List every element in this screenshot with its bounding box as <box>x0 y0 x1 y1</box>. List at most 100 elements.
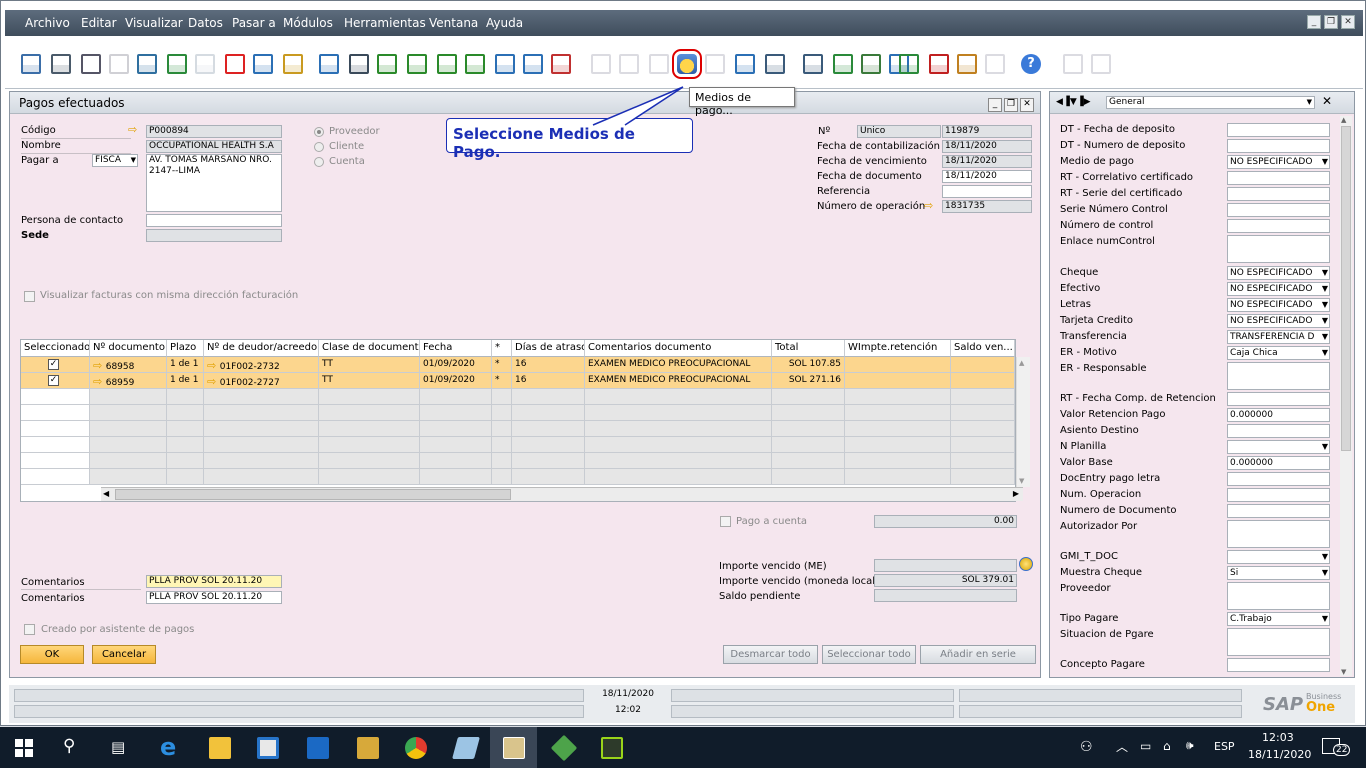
table-cell[interactable] <box>951 469 1015 485</box>
nop-field[interactable]: 1831735 <box>942 200 1032 213</box>
side-field-input[interactable] <box>1227 203 1330 217</box>
row-checkbox[interactable]: ✓ <box>48 359 59 370</box>
table-cell[interactable]: EXAMEN MEDICO PREOCUPACIONAL <box>585 373 772 389</box>
close-icon[interactable]: ✕ <box>1020 98 1034 112</box>
doc-a-icon[interactable] <box>1063 54 1083 74</box>
table-cell[interactable] <box>951 437 1015 453</box>
column-header[interactable]: Nº de deudor/acreedor <box>204 340 319 357</box>
help-icon[interactable]: ? <box>1021 54 1041 74</box>
side-field-input[interactable] <box>1227 424 1330 438</box>
nav-arrows-icon[interactable]: ◀▐▼▐▶ <box>1056 97 1091 107</box>
preview-icon[interactable] <box>21 54 41 74</box>
table-cell[interactable] <box>951 357 1015 373</box>
table-cell[interactable] <box>319 453 420 469</box>
column-header[interactable]: * <box>492 340 512 357</box>
table-cell[interactable] <box>845 421 951 437</box>
horizontal-scrollbar[interactable]: ◀ ▶ <box>101 487 1023 501</box>
table-cell[interactable] <box>845 373 951 389</box>
table-cell[interactable] <box>319 437 420 453</box>
table-cell[interactable] <box>319 421 420 437</box>
table-cell[interactable] <box>512 421 585 437</box>
table-cell[interactable] <box>585 437 772 453</box>
tools-icon[interactable] <box>861 54 881 74</box>
taskbar-sap[interactable] <box>490 727 537 768</box>
table-cell[interactable] <box>204 421 319 437</box>
desmarcar-button[interactable]: Desmarcar todo <box>723 645 818 664</box>
category-select[interactable]: General ▼ <box>1106 96 1315 109</box>
creado-checkbox[interactable] <box>24 624 35 635</box>
table-cell[interactable] <box>319 405 420 421</box>
column-header[interactable]: Comentarios documento <box>585 340 772 357</box>
journal-icon[interactable] <box>649 54 669 74</box>
table-cell[interactable] <box>21 437 90 453</box>
menu-herramientas[interactable]: Herramientas <box>344 16 426 30</box>
taskbar-explorer[interactable] <box>196 727 243 768</box>
taskbar-app-c[interactable] <box>588 727 635 768</box>
vertical-scrollbar[interactable]: ▲ ▼ <box>1016 357 1030 487</box>
table-row[interactable]: ✓ ⇨ 68959 1 de 1 ⇨ 01F002-2727 TT 01/09/2020 *… <box>21 373 1016 389</box>
table-cell[interactable] <box>845 469 951 485</box>
table-cell[interactable] <box>845 357 951 373</box>
menu-datos[interactable]: Datos <box>188 16 223 30</box>
table-cell[interactable]: 1 de 1 <box>167 357 204 373</box>
side-field-select[interactable]: Si <box>1227 566 1330 580</box>
table-cell[interactable]: 16 <box>512 357 585 373</box>
minimize-icon[interactable]: _ <box>1307 15 1321 29</box>
previous-record-icon[interactable] <box>407 54 427 74</box>
menu-archivo[interactable]: Archivo <box>25 16 70 30</box>
table-row[interactable] <box>21 389 1016 405</box>
minimize-icon[interactable]: _ <box>988 98 1002 112</box>
side-field-input[interactable] <box>1227 504 1330 518</box>
word-icon[interactable] <box>195 54 215 74</box>
start-button[interactable] <box>0 727 47 768</box>
side-field-select[interactable]: TRANSFERENCIA D <box>1227 330 1330 344</box>
column-header[interactable]: Días de atraso <box>512 340 585 357</box>
link-arrow-icon[interactable]: ⇨ <box>93 375 106 388</box>
messages-icon[interactable] <box>929 54 949 74</box>
side-field-input[interactable] <box>1227 139 1330 153</box>
table-cell[interactable] <box>492 437 512 453</box>
side-field-input[interactable] <box>1227 520 1330 548</box>
add-icon[interactable] <box>349 54 369 74</box>
table-cell[interactable] <box>492 389 512 405</box>
menu-ventana[interactable]: Ventana <box>429 16 478 30</box>
table-row[interactable]: ✓ ⇨ 68958 1 de 1 ⇨ 01F002-2732 TT 01/09/2020 *… <box>21 357 1016 373</box>
table-row[interactable] <box>21 405 1016 421</box>
address-field[interactable]: AV. TOMAS MARSANO NRO. 2147--LIMA <box>146 154 282 212</box>
column-header[interactable]: Nº documento <box>90 340 167 357</box>
saldo-field[interactable] <box>874 589 1017 602</box>
table-cell[interactable] <box>167 389 204 405</box>
table-cell[interactable]: ⇨ 01F002-2732 <box>204 357 319 373</box>
table-cell[interactable] <box>90 469 167 485</box>
radio-cuenta[interactable] <box>314 157 324 167</box>
table-row[interactable] <box>21 421 1016 437</box>
restore-icon[interactable]: ❐ <box>1004 98 1018 112</box>
scroll-thumb[interactable] <box>1341 126 1351 451</box>
row-checkbox[interactable]: ✓ <box>48 375 59 386</box>
sms-icon[interactable] <box>109 54 129 74</box>
print-icon[interactable] <box>51 54 71 74</box>
table-cell[interactable] <box>90 405 167 421</box>
ok-button[interactable]: OK <box>20 645 84 664</box>
battery-icon[interactable]: ▭ <box>1140 739 1151 753</box>
pago-cuenta-checkbox[interactable] <box>720 516 731 527</box>
table-cell[interactable] <box>420 437 492 453</box>
column-header[interactable]: Plazo <box>167 340 204 357</box>
sede-field[interactable] <box>146 229 282 242</box>
table-cell[interactable] <box>167 453 204 469</box>
table-row[interactable] <box>21 453 1016 469</box>
task-view-button[interactable]: ▤ <box>96 727 143 768</box>
side-field-select[interactable]: NO ESPECIFICADO <box>1227 298 1330 312</box>
column-header[interactable]: Total <box>772 340 845 357</box>
link-arrow-icon[interactable]: ⇨ <box>128 123 137 136</box>
org-structure-icon[interactable] <box>985 54 1005 74</box>
table-cell[interactable] <box>492 405 512 421</box>
table-cell[interactable] <box>420 469 492 485</box>
close-icon[interactable]: ✕ <box>1341 15 1355 29</box>
table-cell[interactable] <box>167 421 204 437</box>
table-cell[interactable] <box>420 453 492 469</box>
table-cell[interactable] <box>204 437 319 453</box>
table-cell[interactable] <box>90 421 167 437</box>
clock-time[interactable]: 12:03 <box>1262 731 1294 744</box>
doc-number-field[interactable]: 119879 <box>942 125 1032 138</box>
